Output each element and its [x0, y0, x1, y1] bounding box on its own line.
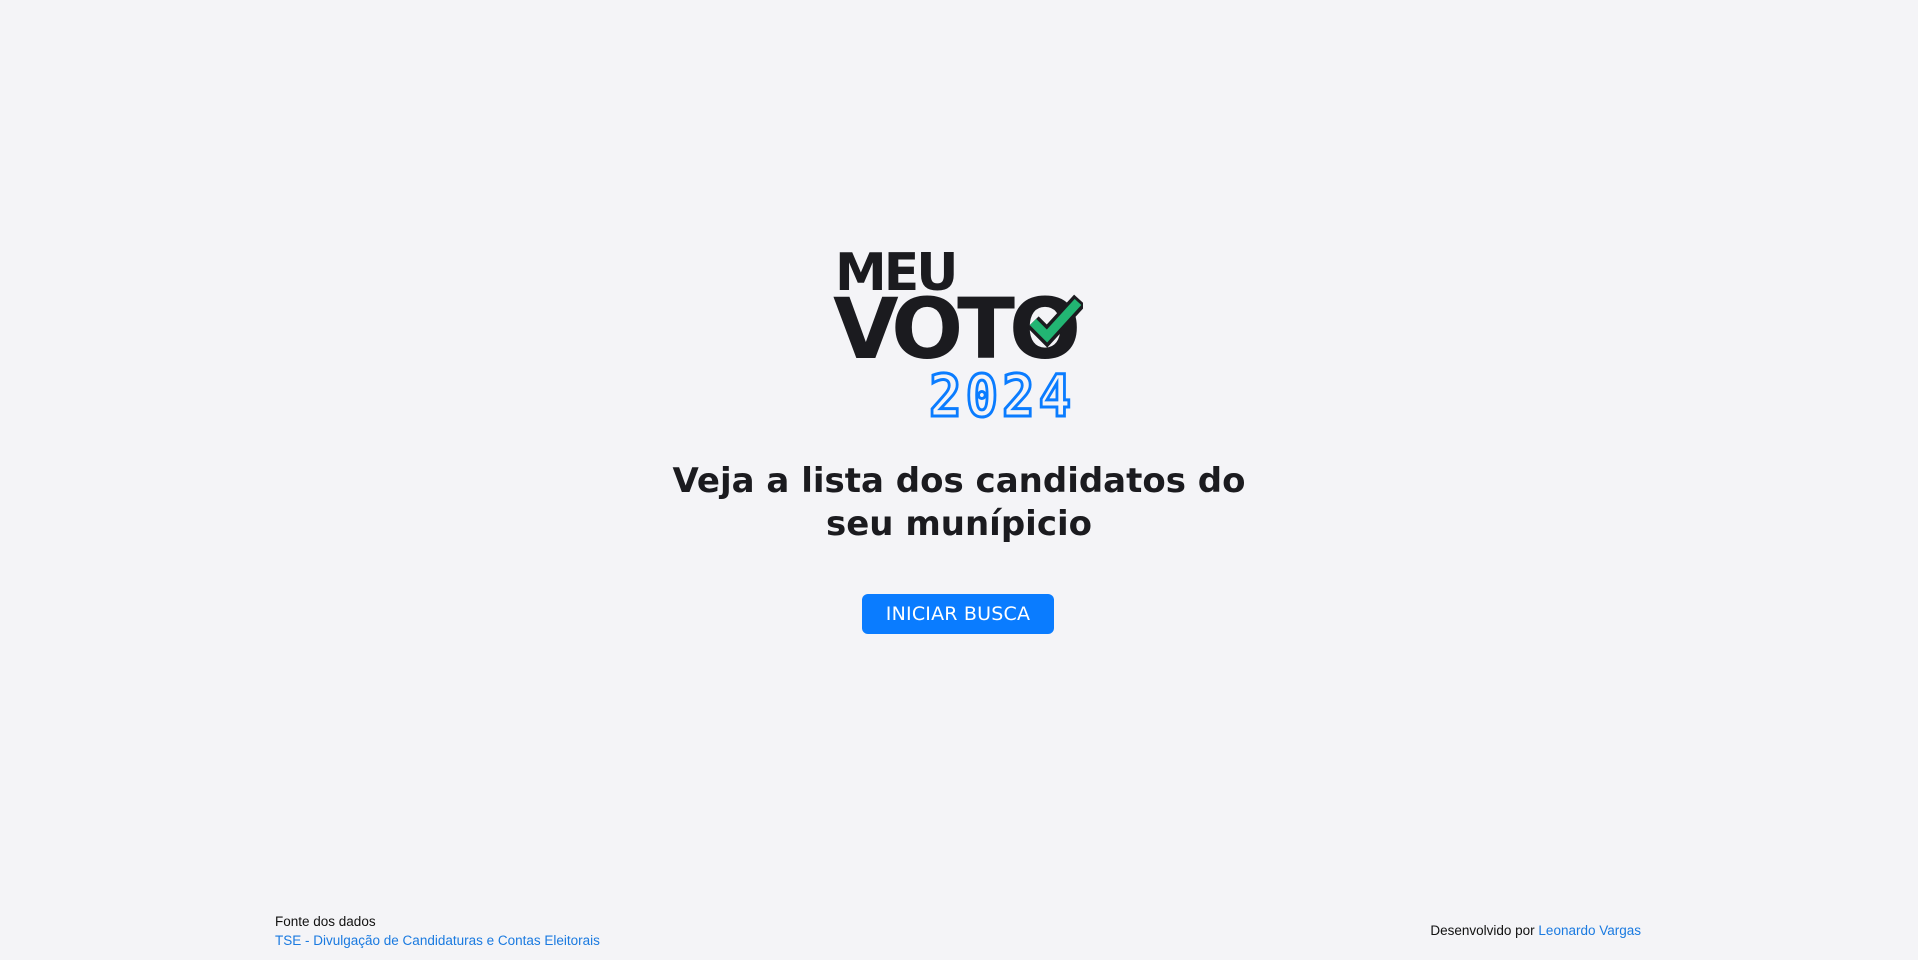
landing-page: MEU VOTO 2024 Veja a lista dos candidato… — [0, 0, 1918, 960]
headline-line-2: seu munípicio — [826, 504, 1092, 544]
start-search-button[interactable]: INICIAR BUSCA — [862, 594, 1054, 634]
developer-credit: Desenvolvido por Leonardo Vargas — [1430, 921, 1641, 940]
data-source-label: Fonte dos dados — [275, 914, 376, 929]
meu-voto-logo: MEU VOTO 2024 — [833, 248, 1083, 420]
headline-line-1: Veja a lista dos candidatos do — [672, 461, 1246, 501]
developer-credit-prefix: Desenvolvido por — [1430, 923, 1539, 938]
data-source-footer: Fonte dos dados TSE - Divulgação de Cand… — [275, 912, 600, 950]
page-headline: Veja a lista dos candidatos do seu muníp… — [0, 460, 1918, 546]
logo-year: 2024 — [929, 362, 1075, 420]
logo-graphic: MEU VOTO 2024 — [833, 248, 1083, 420]
data-source-link[interactable]: TSE - Divulgação de Candidaturas e Conta… — [275, 933, 600, 948]
developer-link[interactable]: Leonardo Vargas — [1538, 923, 1641, 938]
